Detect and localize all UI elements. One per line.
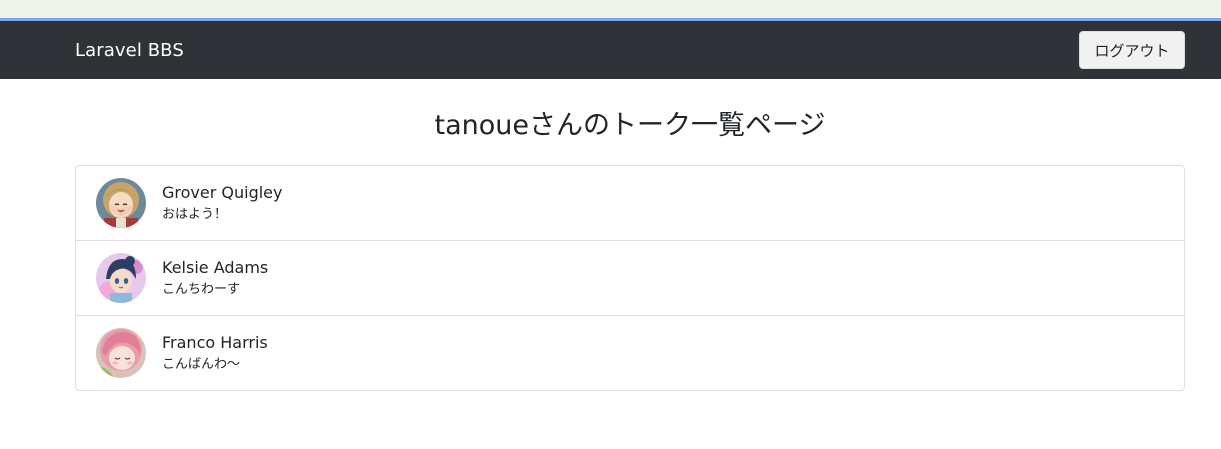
avatar: [96, 178, 146, 228]
avatar: [96, 253, 146, 303]
user-name: Franco Harris: [162, 332, 268, 352]
talk-list: Grover Quigley おはよう！ Kelsie Adams こんちわーす…: [75, 165, 1185, 391]
last-message: こんちわーす: [162, 281, 241, 297]
avatar-image: [96, 253, 146, 303]
avatar-image: [96, 328, 146, 378]
browser-top-strip: [0, 0, 1221, 18]
avatar-image: [96, 178, 146, 228]
talk-list-item[interactable]: Franco Harris こんばんわ〜: [76, 316, 1184, 390]
logout-button[interactable]: ログアウト: [1079, 31, 1185, 69]
main-content: tanoueさんのトーク一覧ページ Grover Quigley おはよう！ K…: [0, 103, 1221, 391]
brand-link[interactable]: Laravel BBS: [75, 40, 184, 61]
avatar: [96, 328, 146, 378]
talk-texts: Grover Quigley おはよう！: [162, 182, 282, 225]
user-name: Grover Quigley: [162, 182, 283, 202]
talk-list-item[interactable]: Kelsie Adams こんちわーす: [76, 241, 1184, 316]
talk-texts: Franco Harris こんばんわ〜: [162, 332, 268, 375]
navbar: Laravel BBS ログアウト: [0, 21, 1221, 79]
talk-texts: Kelsie Adams こんちわーす: [162, 257, 268, 300]
page-title: tanoueさんのトーク一覧ページ: [434, 110, 826, 141]
talk-list-item[interactable]: Grover Quigley おはよう！: [76, 166, 1184, 241]
last-message: おはよう！: [162, 206, 228, 222]
user-name: Kelsie Adams: [162, 257, 269, 277]
last-message: こんばんわ〜: [162, 356, 241, 372]
